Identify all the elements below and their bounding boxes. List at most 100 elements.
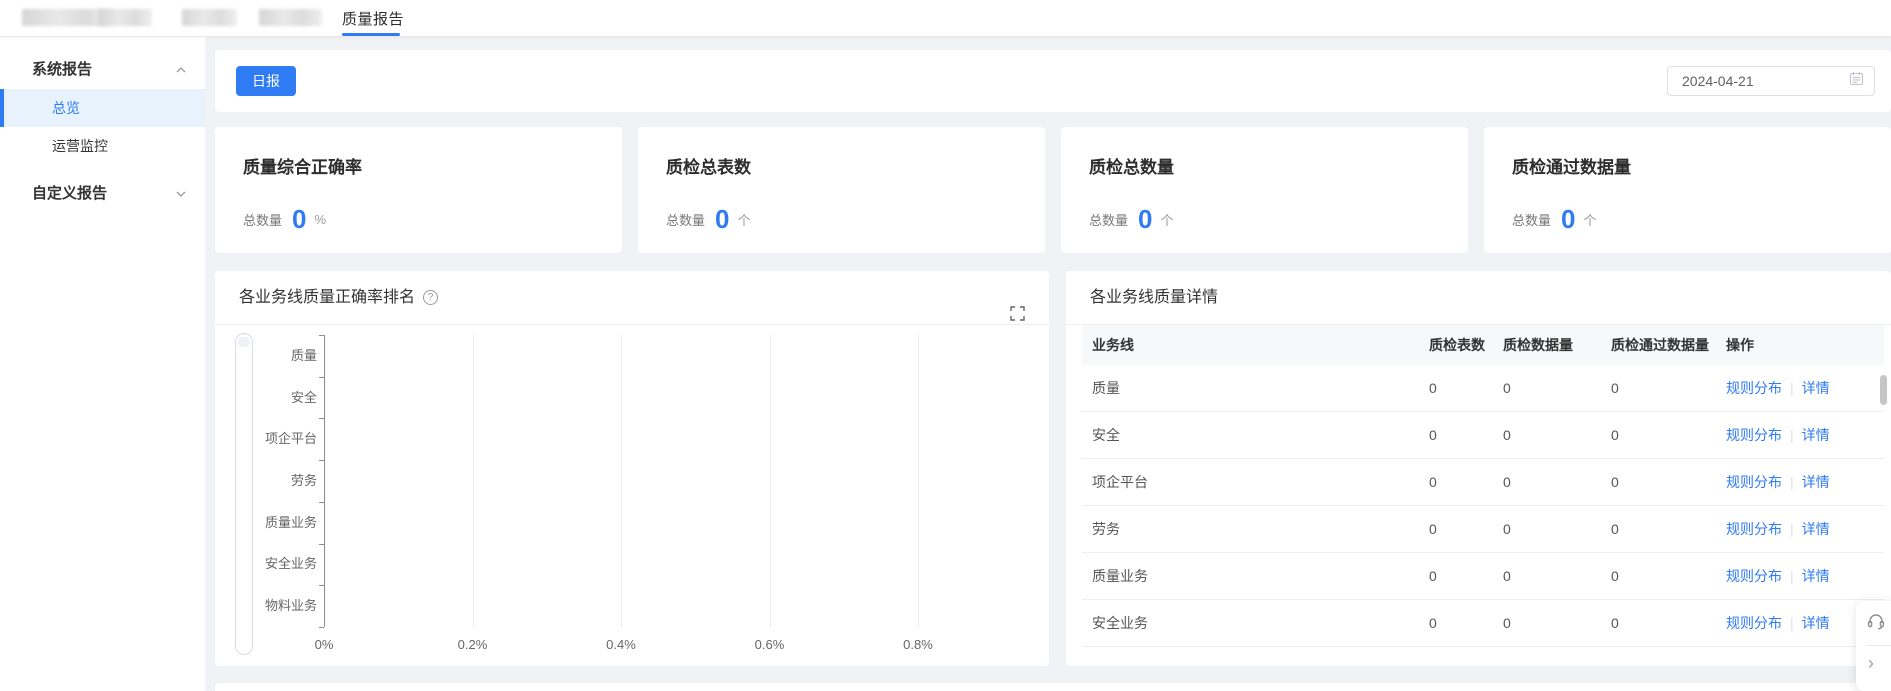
cell-passed-data-volume: 0 (1611, 568, 1726, 584)
rule-distribution-link[interactable]: 规则分布 (1726, 568, 1782, 584)
cell-check-tables: 0 (1429, 568, 1503, 584)
y-axis-category-label: 项企平台 (255, 431, 317, 447)
table-row: 项企平台000规则分布|详情 (1082, 459, 1884, 506)
headset-support-icon[interactable] (1866, 611, 1886, 636)
cell-check-data-volume: 0 (1503, 521, 1611, 537)
table-scrollbar-thumb[interactable] (1880, 375, 1887, 405)
sidebar-group-system-report[interactable]: 系统报告 (0, 51, 205, 89)
detail-link[interactable]: 详情 (1802, 474, 1830, 490)
horizontal-bar-chart: 质量安全项企平台劳务质量业务安全业务物料业务0%0.2%0.4%0.6%0.8% (215, 325, 1049, 665)
sidebar-item-operation-monitoring[interactable]: 运营监控 (0, 127, 205, 165)
cell-check-data-volume: 0 (1503, 427, 1611, 443)
y-axis-tick (319, 544, 324, 545)
y-axis-tick (319, 460, 324, 461)
stat-card-title: 质检总数量 (1089, 153, 1440, 178)
top-tab-bar: 质量报告 (0, 0, 1891, 37)
tab-quality-report[interactable]: 质量报告 (342, 8, 404, 29)
ranking-chart-panel: 各业务线质量正确率排名 ? 质量安全项企平台劳务质量业务安全业务物料业务0%0.… (215, 271, 1049, 666)
x-axis-tick-label: 0.8% (888, 637, 948, 652)
cell-business-line: 质量业务 (1082, 566, 1429, 586)
x-axis-tick-label: 0.6% (740, 637, 800, 652)
action-separator: | (1790, 380, 1794, 396)
cell-passed-data-volume: 0 (1611, 380, 1726, 396)
cell-actions: 规则分布 | 详情 (1726, 425, 1884, 445)
x-axis-tick-label: 0.2% (443, 637, 503, 652)
detail-link[interactable]: 详情 (1802, 380, 1830, 396)
report-toolbar: 日报 (215, 50, 1891, 112)
cell-check-tables: 0 (1429, 615, 1503, 631)
datazoom-handle[interactable] (238, 337, 250, 347)
cell-business-line: 安全业务 (1082, 613, 1429, 633)
widget-divider (1866, 645, 1891, 646)
y-axis-tick (319, 418, 324, 419)
y-axis-category-label: 安全业务 (255, 556, 317, 572)
cell-business-line: 项企平台 (1082, 472, 1429, 492)
help-icon[interactable]: ? (423, 290, 438, 305)
cell-check-tables: 0 (1429, 427, 1503, 443)
action-separator: | (1790, 427, 1794, 443)
cell-business-line: 劳务 (1082, 519, 1429, 539)
date-picker[interactable] (1667, 66, 1875, 96)
cell-check-data-volume: 0 (1503, 380, 1611, 396)
table-row: 安全000规则分布|详情 (1082, 412, 1884, 459)
stat-card-label: 总数量 (1512, 210, 1551, 229)
floating-helper-widget: › (1856, 601, 1891, 691)
redacted-tab[interactable] (259, 9, 322, 26)
table-row: 质量业务000规则分布|详情 (1082, 553, 1884, 600)
cell-check-tables: 0 (1429, 380, 1503, 396)
y-axis-category-label: 安全 (255, 390, 317, 406)
stat-card-unit: % (314, 212, 326, 227)
cell-check-tables: 0 (1429, 474, 1503, 490)
y-axis-line (324, 335, 325, 627)
detail-link[interactable]: 详情 (1802, 568, 1830, 584)
rule-distribution-link[interactable]: 规则分布 (1726, 615, 1782, 631)
sidebar-group-custom-report[interactable]: 自定义报告 (0, 175, 205, 213)
stat-card-label: 总数量 (1089, 210, 1128, 229)
rule-distribution-link[interactable]: 规则分布 (1726, 521, 1782, 537)
table-row: 质量000规则分布|详情 (1082, 365, 1884, 412)
cell-actions: 规则分布|详情 (1726, 519, 1884, 539)
x-gridline (473, 335, 474, 627)
cell-passed-data-volume: 0 (1611, 521, 1726, 537)
stat-card-title: 质量综合正确率 (243, 153, 594, 178)
stat-card-total-count: 质检总数量 总数量 0 个 (1061, 127, 1468, 253)
sidebar-item-overview[interactable]: 总览 (0, 89, 205, 127)
column-header: 质检数据量 (1503, 335, 1611, 355)
stat-card-value: 0 (1138, 204, 1152, 235)
fullscreen-expand-icon[interactable] (1010, 290, 1025, 305)
rule-distribution-link[interactable]: 规则分布 (1726, 427, 1782, 443)
action-separator: | (1790, 615, 1794, 631)
y-axis-tick (319, 335, 324, 336)
date-picker-input[interactable] (1682, 73, 1849, 89)
detail-link[interactable]: 详情 (1802, 427, 1830, 443)
active-tab-indicator (342, 33, 400, 36)
cell-check-tables: 0 (1429, 521, 1503, 537)
y-axis-tick (319, 502, 324, 503)
chart-panel-title: 各业务线质量正确率排名 (239, 271, 415, 325)
column-header: 质检表数 (1429, 335, 1503, 355)
redacted-tab[interactable] (182, 9, 237, 26)
detail-link[interactable]: 详情 (1802, 521, 1830, 537)
detail-table-panel: 各业务线质量详情 业务线质检表数质检数据量质检通过数据量操作 质量000规则分布… (1066, 271, 1891, 666)
cell-check-data-volume: 0 (1503, 615, 1611, 631)
cell-passed-data-volume: 0 (1611, 615, 1726, 631)
rule-distribution-link[interactable]: 规则分布 (1726, 380, 1782, 396)
redacted-tab[interactable] (98, 9, 152, 26)
stat-card-title: 质检通过数据量 (1512, 153, 1863, 178)
rule-distribution-link[interactable]: 规则分布 (1726, 474, 1782, 490)
collapse-chevron-icon[interactable]: › (1866, 655, 1874, 671)
cell-actions: 规则分布|详情 (1726, 472, 1884, 492)
detail-link[interactable]: 详情 (1802, 615, 1830, 631)
y-axis-category-label: 质量业务 (255, 515, 317, 531)
chevron-down-icon (175, 188, 187, 200)
stat-card-unit: 个 (1160, 210, 1173, 229)
y-axis-tick (319, 627, 324, 628)
sidebar-group-label: 系统报告 (32, 51, 92, 89)
table-row: 安全业务000规则分布|详情 (1082, 600, 1884, 647)
daily-report-button[interactable]: 日报 (236, 66, 296, 96)
stat-card-value: 0 (292, 204, 306, 235)
stat-card-unit: 个 (737, 210, 750, 229)
column-header: 操作 (1726, 335, 1884, 355)
datazoom-slider[interactable] (235, 333, 253, 655)
y-axis-tick (319, 585, 324, 586)
